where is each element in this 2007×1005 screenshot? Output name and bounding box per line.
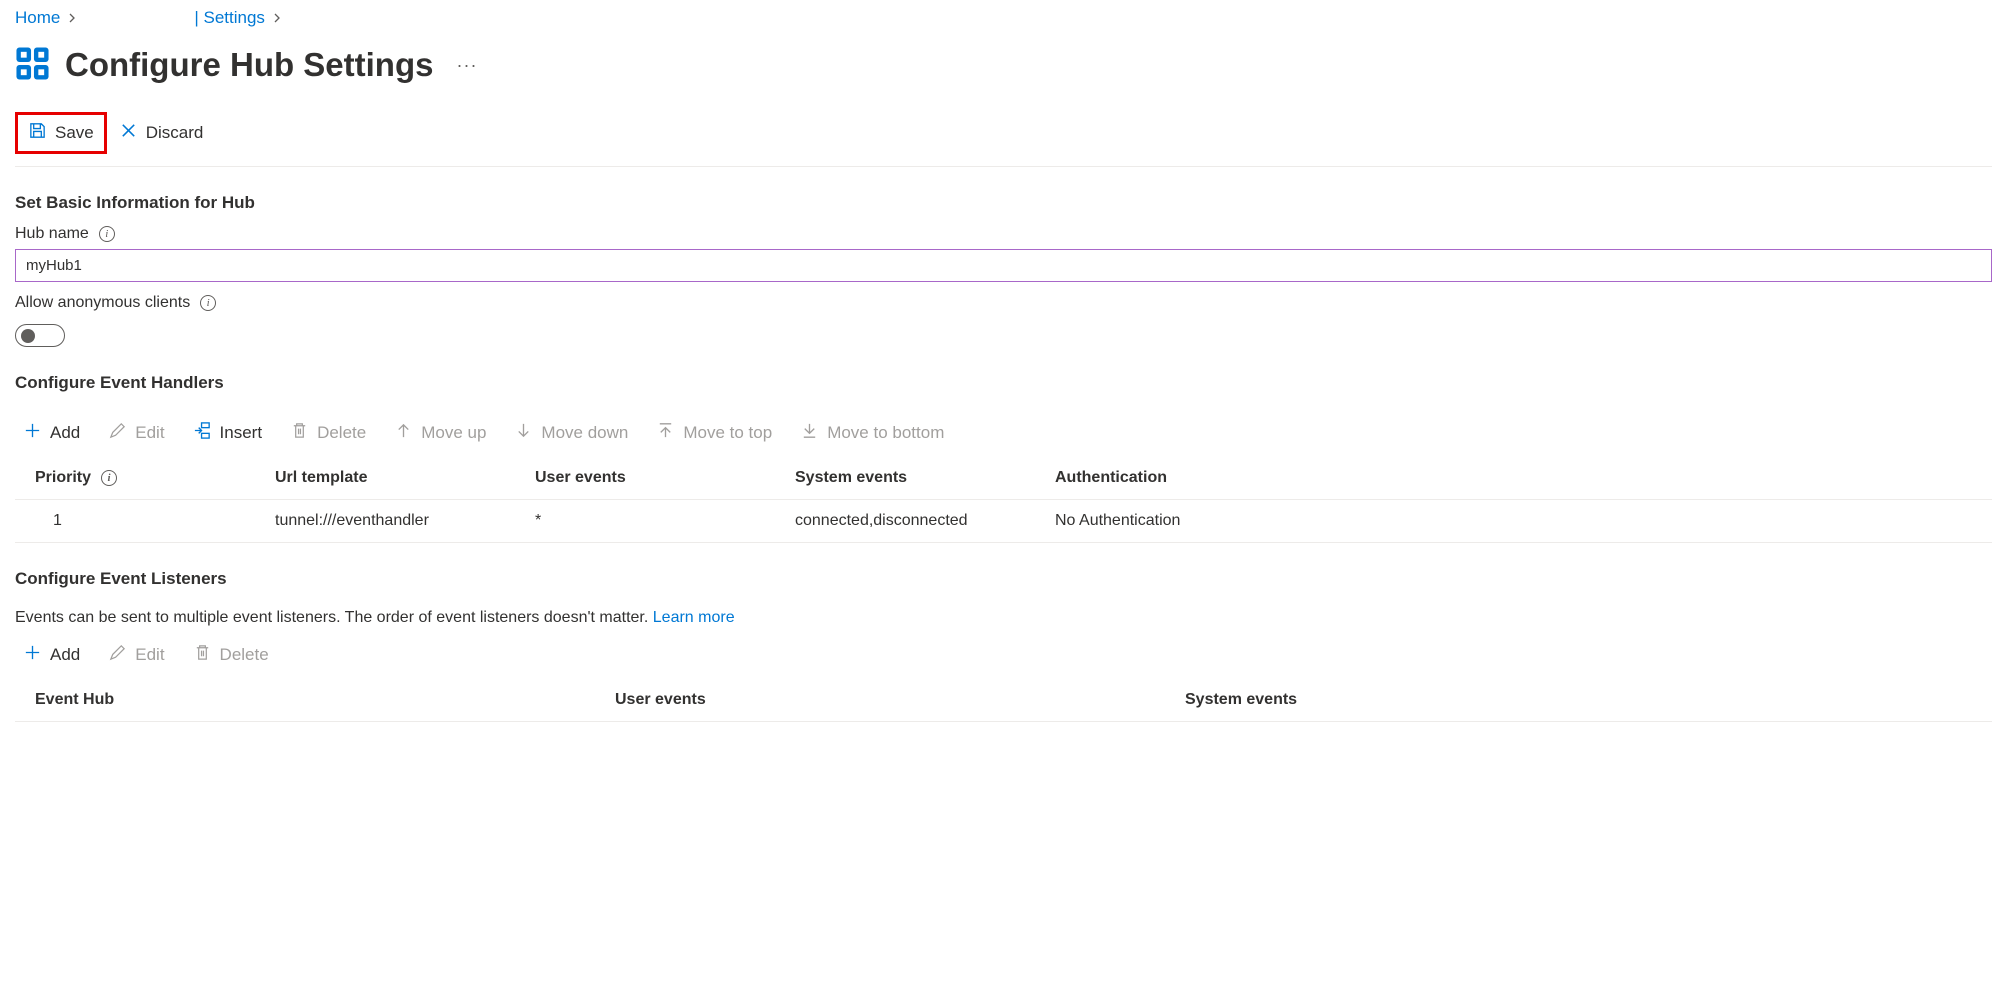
col-priority: Priority xyxy=(35,469,91,487)
cell-auth: No Authentication xyxy=(1035,500,1992,543)
col-system-events: System events xyxy=(1165,679,1992,722)
allow-anon-toggle[interactable] xyxy=(15,324,65,347)
page-title: Configure Hub Settings xyxy=(65,46,433,84)
cell-url: tunnel:///eventhandler xyxy=(255,500,515,543)
handlers-action-bar: Add Edit Insert Delete Move up Move down xyxy=(15,405,1992,457)
breadcrumb-settings[interactable]: | Settings xyxy=(194,8,265,28)
pencil-icon xyxy=(108,643,127,667)
section-basic-info-title: Set Basic Information for Hub xyxy=(15,167,1992,225)
plus-icon xyxy=(23,643,42,667)
handlers-table: Priority i Url template User events Syst… xyxy=(15,457,1992,543)
breadcrumb-home[interactable]: Home xyxy=(15,8,60,28)
delete-handler-button[interactable]: Delete xyxy=(290,421,366,445)
save-label: Save xyxy=(55,123,94,143)
col-event-hub: Event Hub xyxy=(15,679,595,722)
toggle-knob xyxy=(21,329,35,343)
trash-icon xyxy=(290,421,309,445)
arrow-bottom-icon xyxy=(800,421,819,445)
listeners-table: Event Hub User events System events xyxy=(15,679,1992,722)
delete-listener-button[interactable]: Delete xyxy=(193,643,269,667)
move-top-button[interactable]: Move to top xyxy=(656,421,772,445)
add-handler-button[interactable]: Add xyxy=(23,421,80,445)
pencil-icon xyxy=(108,421,127,445)
discard-label: Discard xyxy=(146,123,204,143)
move-bottom-button[interactable]: Move to bottom xyxy=(800,421,944,445)
close-icon xyxy=(119,121,138,145)
info-icon[interactable]: i xyxy=(101,470,117,486)
command-bar: Save Discard xyxy=(15,102,1992,167)
hub-name-input[interactable] xyxy=(15,249,1992,282)
insert-handler-button[interactable]: Insert xyxy=(193,421,263,445)
chevron-right-icon xyxy=(273,10,283,27)
add-listener-button[interactable]: Add xyxy=(23,643,80,667)
cell-priority: 1 xyxy=(15,500,255,543)
arrow-top-icon xyxy=(656,421,675,445)
save-icon xyxy=(28,121,47,145)
info-icon[interactable]: i xyxy=(99,226,115,242)
info-icon[interactable]: i xyxy=(200,295,216,311)
edit-handler-button[interactable]: Edit xyxy=(108,421,164,445)
table-row[interactable]: 1 tunnel:///eventhandler * connected,dis… xyxy=(15,500,1992,543)
save-button[interactable]: Save xyxy=(15,112,107,154)
col-url: Url template xyxy=(255,457,515,500)
listeners-description: Events can be sent to multiple event lis… xyxy=(15,601,1992,627)
breadcrumb: Home | Settings xyxy=(15,0,1992,36)
arrow-up-icon xyxy=(394,421,413,445)
cell-system-events: connected,disconnected xyxy=(775,500,1035,543)
cell-user-events: * xyxy=(515,500,775,543)
edit-listener-button[interactable]: Edit xyxy=(108,643,164,667)
move-down-button[interactable]: Move down xyxy=(514,421,628,445)
listeners-action-bar: Add Edit Delete xyxy=(15,627,1992,679)
title-row: Configure Hub Settings ··· xyxy=(15,36,1992,102)
trash-icon xyxy=(193,643,212,667)
col-auth: Authentication xyxy=(1035,457,1992,500)
insert-icon xyxy=(193,421,212,445)
more-actions-button[interactable]: ··· xyxy=(448,51,485,80)
hub-name-label: Hub name xyxy=(15,225,89,243)
section-handlers-title: Configure Event Handlers xyxy=(15,347,1992,405)
col-user-events: User events xyxy=(595,679,1165,722)
arrow-down-icon xyxy=(514,421,533,445)
plus-icon xyxy=(23,421,42,445)
col-system-events: System events xyxy=(775,457,1035,500)
allow-anon-label: Allow anonymous clients xyxy=(15,294,190,312)
chevron-right-icon xyxy=(68,10,78,27)
learn-more-link[interactable]: Learn more xyxy=(653,609,735,626)
move-up-button[interactable]: Move up xyxy=(394,421,486,445)
discard-button[interactable]: Discard xyxy=(119,121,204,145)
service-icon xyxy=(15,46,50,84)
col-user-events: User events xyxy=(515,457,775,500)
section-listeners-title: Configure Event Listeners xyxy=(15,543,1992,601)
